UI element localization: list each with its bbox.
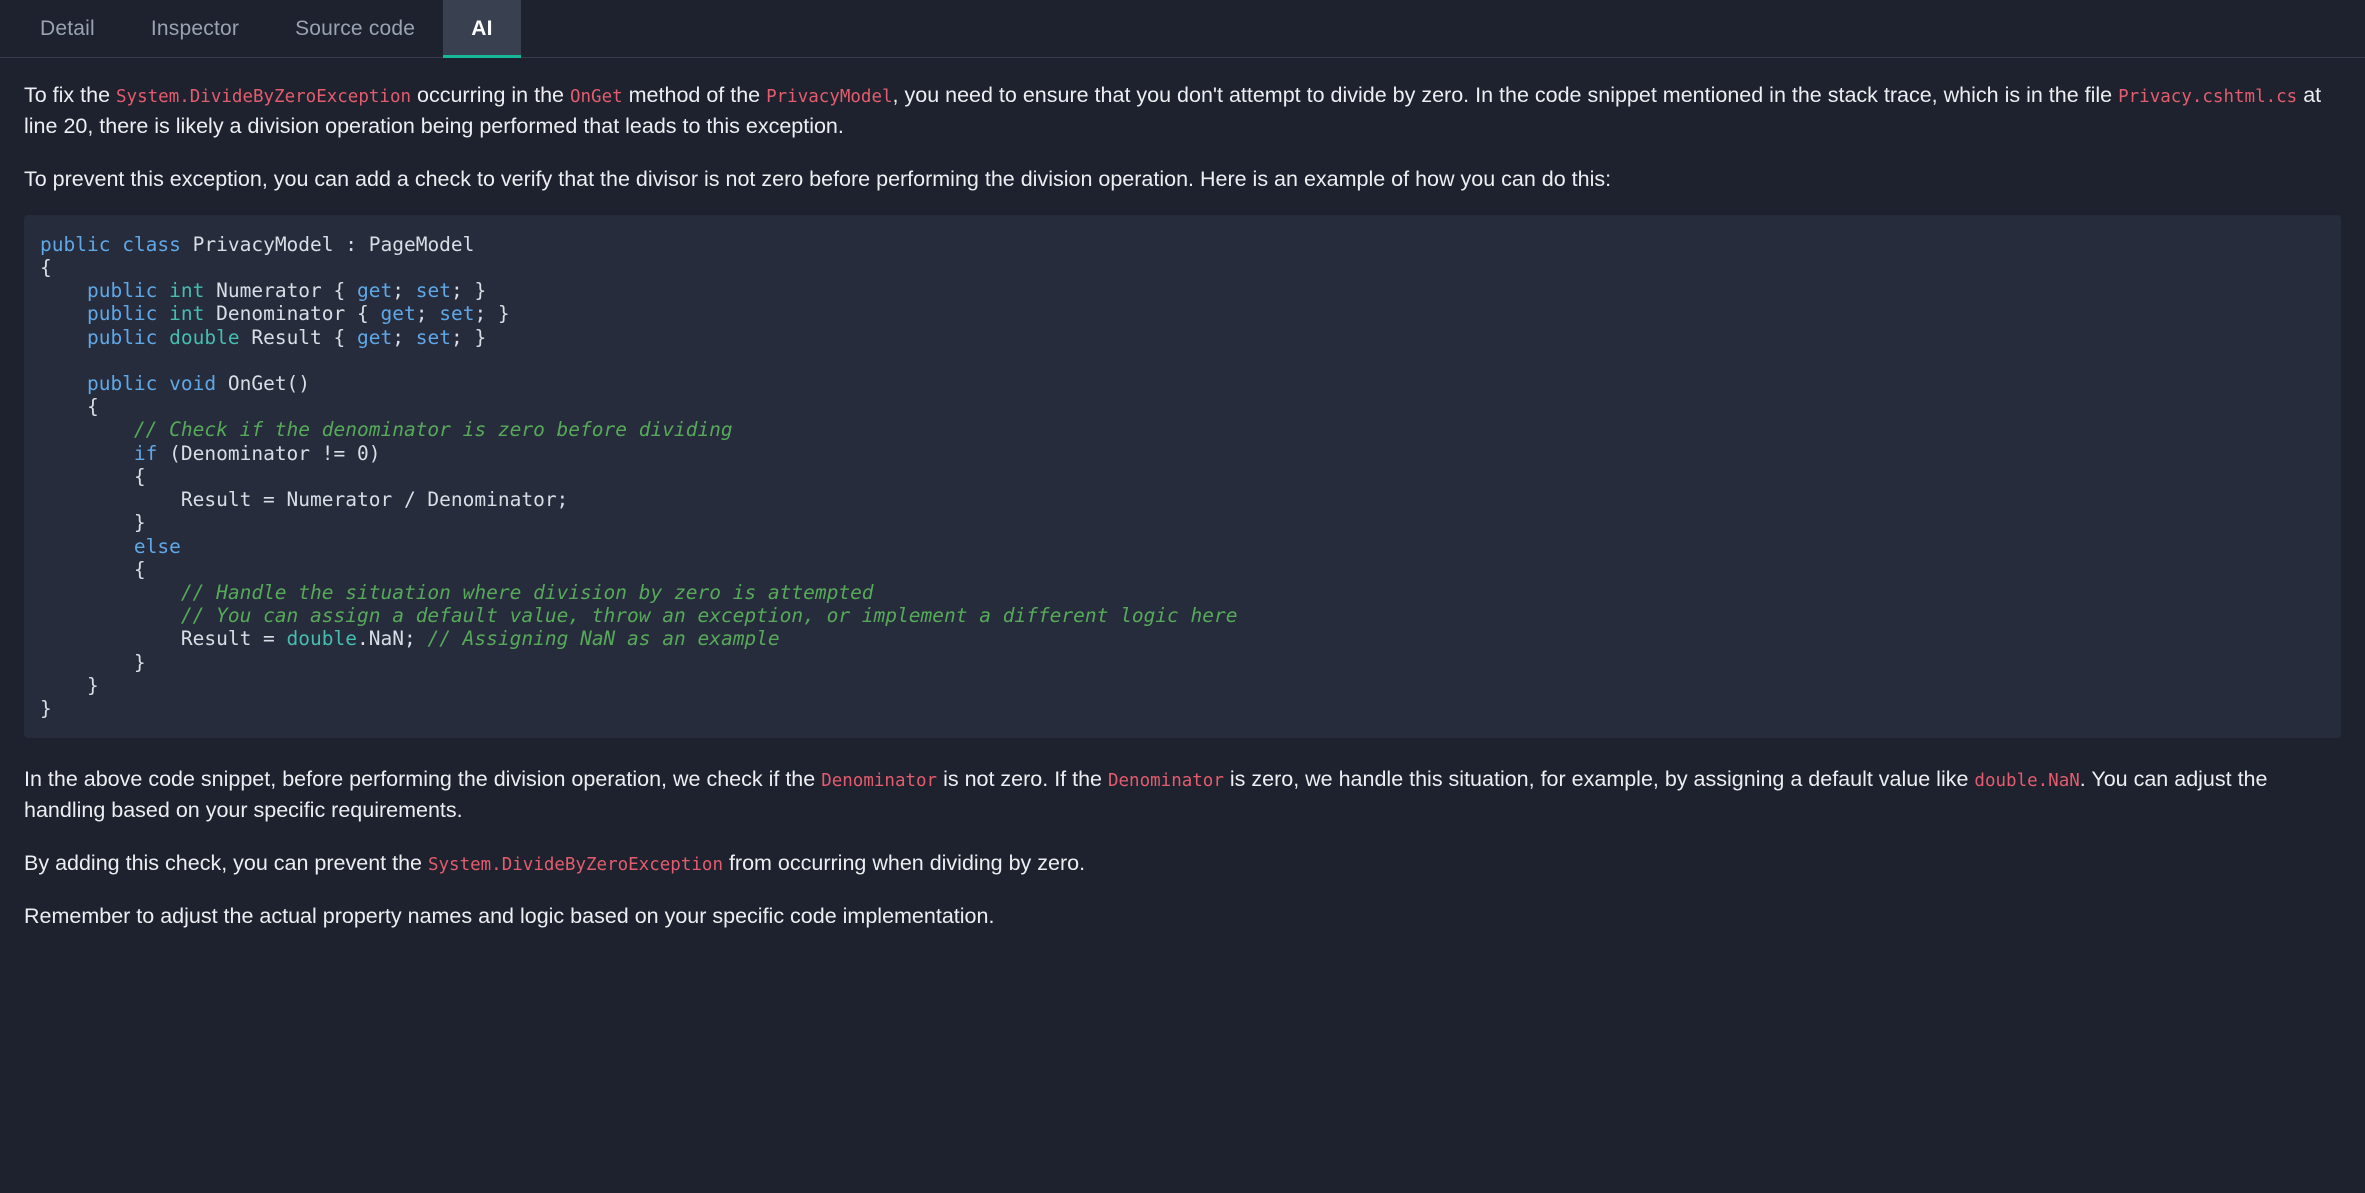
code-token: Numerator { xyxy=(216,279,358,303)
code-token: ; } xyxy=(450,325,487,349)
code-token: ; xyxy=(392,325,416,349)
text-fragment: , you need to ensure that you don't atte… xyxy=(892,83,2119,107)
code-token: Result = xyxy=(40,627,287,651)
code-token: Result { xyxy=(251,325,358,349)
tab-label: Source code xyxy=(295,17,416,40)
code-block: public class PrivacyModel : PageModel { … xyxy=(24,214,2341,739)
code-token: { xyxy=(40,256,52,280)
code-token: else xyxy=(133,534,181,558)
code-token: if xyxy=(133,441,170,465)
code-token: ; } xyxy=(474,302,510,326)
paragraph-prevention: To prevent this exception, you can add a… xyxy=(24,166,1612,191)
text-fragment: In the above code snippet, before perfor… xyxy=(24,767,822,792)
code-token: // You can assign a default value, throw… xyxy=(180,604,1238,628)
inline-code-denominator: Denominator xyxy=(821,771,938,792)
text-fragment: method of the xyxy=(622,83,767,107)
code-token: set xyxy=(415,279,451,303)
code-token: int xyxy=(169,302,217,326)
text-fragment: is not zero. If the xyxy=(937,767,1108,792)
code-token: int xyxy=(169,279,217,303)
code-token: get xyxy=(380,302,416,326)
code-token: (Denominator != 0) xyxy=(169,441,381,465)
paragraph-conclusion: By adding this check, you can prevent th… xyxy=(24,848,2341,879)
code-token: { xyxy=(40,557,146,581)
code-token: ; } xyxy=(450,279,487,303)
tab-bar: Detail Inspector Source code AI xyxy=(0,0,2365,58)
code-token: public xyxy=(86,279,170,303)
code-token: public xyxy=(86,372,170,396)
inline-code-file: Privacy.cshtml.cs xyxy=(2118,87,2298,107)
inline-code-model: PrivacyModel xyxy=(766,87,893,107)
inline-code-denominator: Denominator xyxy=(1107,771,1224,792)
code-token: .NaN; xyxy=(357,627,428,651)
text-fragment: To fix the xyxy=(24,83,117,107)
code-token: get xyxy=(357,325,393,349)
code-token: // Handle the situation where division b… xyxy=(180,580,874,604)
code-token: public xyxy=(86,325,170,349)
code-token: public xyxy=(86,302,170,326)
tab-inspector[interactable]: Inspector xyxy=(123,0,267,58)
code-token: OnGet() xyxy=(227,372,311,396)
code-token: double xyxy=(286,627,357,651)
code-token: } xyxy=(40,696,52,720)
code-token: ; xyxy=(392,279,416,303)
inline-code-method: OnGet xyxy=(569,87,623,107)
tab-source-code[interactable]: Source code xyxy=(267,0,443,58)
paragraph-intro: To fix the System.DivideByZeroException … xyxy=(24,80,2341,142)
inline-code-exception: System.DivideByZeroException xyxy=(116,87,412,107)
code-token: public xyxy=(40,232,123,256)
code-token: ; xyxy=(415,302,440,326)
text-fragment: from occurring when dividing by zero. xyxy=(722,851,1086,876)
tab-label: AI xyxy=(471,17,493,40)
paragraph-reminder: Remember to adjust the actual property n… xyxy=(24,903,995,928)
tab-detail[interactable]: Detail xyxy=(12,0,123,58)
code-token: // Check if the denominator is zero befo… xyxy=(133,418,733,442)
tab-label: Detail xyxy=(40,17,95,40)
text-fragment: occurring in the xyxy=(411,83,570,107)
code-token: PrivacyModel : PageModel xyxy=(192,232,475,256)
code-token: double xyxy=(169,325,252,349)
code-token: { xyxy=(40,464,146,488)
code-token: Result = Numerator / Denominator; xyxy=(40,488,569,512)
text-fragment: is zero, we handle this situation, for e… xyxy=(1223,767,1975,792)
inline-code-exception: System.DivideByZeroException xyxy=(427,855,723,876)
code-token: // Assigning NaN as an example xyxy=(427,627,780,651)
code-token: } xyxy=(40,650,146,674)
text-fragment: By adding this check, you can prevent th… xyxy=(24,851,428,876)
code-token: } xyxy=(40,673,99,697)
code-token: { xyxy=(40,395,99,419)
code-token: } xyxy=(40,511,146,535)
inline-code-double-nan: double.NaN xyxy=(1974,771,2080,792)
code-token: Denominator { xyxy=(216,302,381,326)
code-token: get xyxy=(357,279,393,303)
code-token: set xyxy=(439,302,475,326)
paragraph-explanation: In the above code snippet, before perfor… xyxy=(24,764,2341,826)
ai-response-panel: To fix the System.DivideByZeroException … xyxy=(0,58,2365,932)
tab-ai[interactable]: AI xyxy=(443,0,522,58)
code-token: void xyxy=(169,372,228,396)
code-token: class xyxy=(122,232,193,256)
tab-label: Inspector xyxy=(150,17,240,40)
code-snippet: public class PrivacyModel : PageModel { … xyxy=(40,233,2323,720)
code-token: set xyxy=(415,325,451,349)
